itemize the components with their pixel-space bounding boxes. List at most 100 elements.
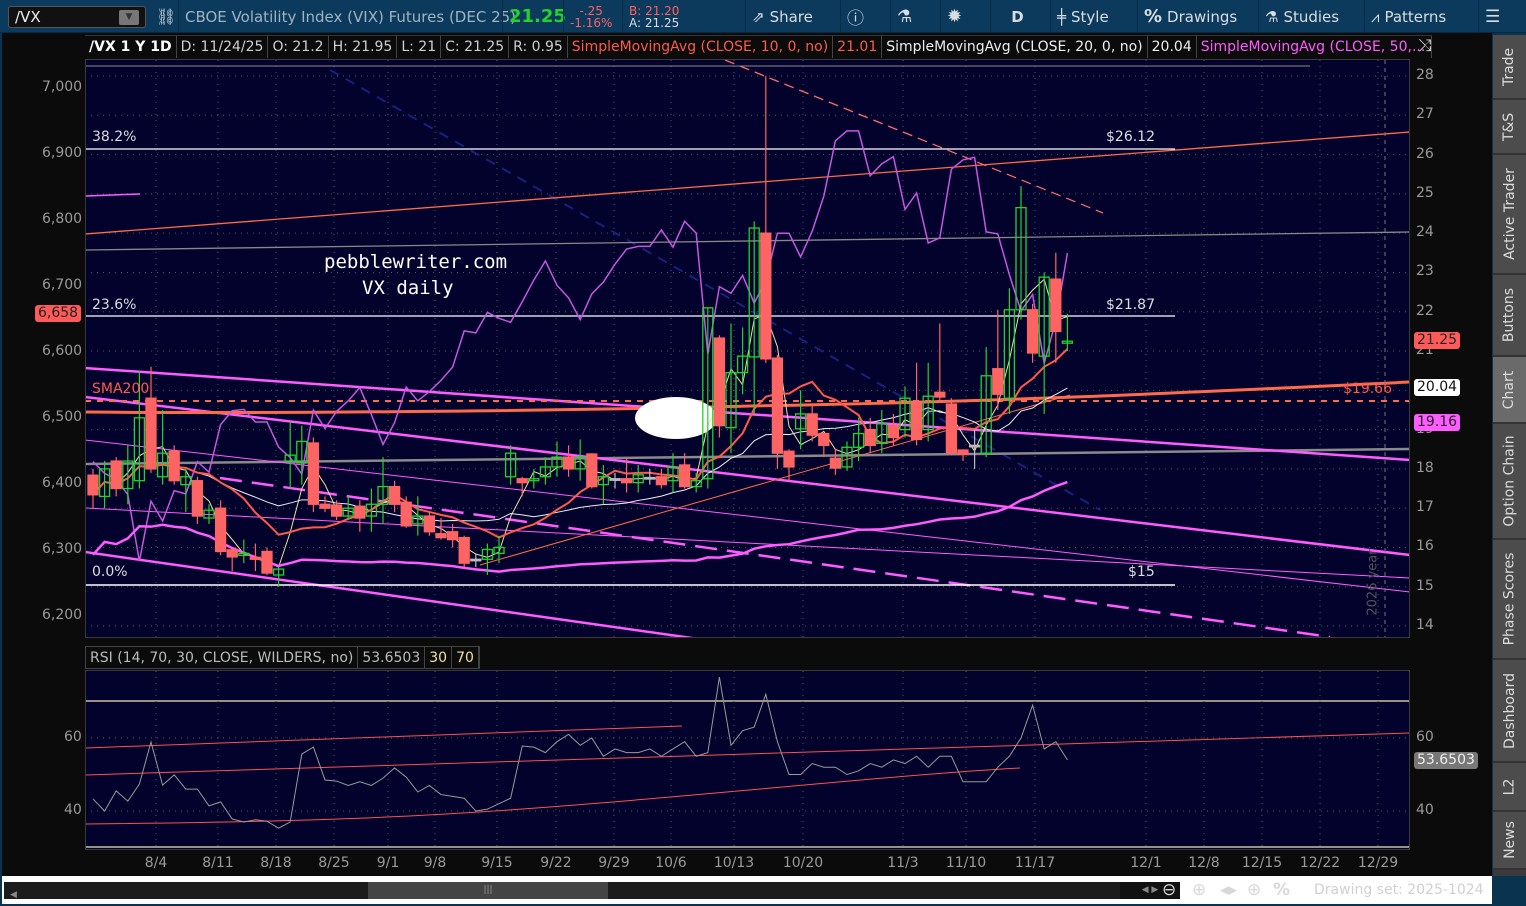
candle-body xyxy=(783,450,795,468)
side-tab-t-s[interactable]: T&S xyxy=(1493,100,1526,155)
candle-body xyxy=(470,558,482,562)
candle xyxy=(261,547,273,575)
right-axis-tick: 22 xyxy=(1416,302,1434,319)
crosshair-icon[interactable]: ⊕ xyxy=(1247,880,1261,900)
sma200-label: SMA200 xyxy=(92,381,150,397)
candle-body xyxy=(388,485,401,505)
right-axis-tick: 18 xyxy=(1416,459,1434,476)
candle-body xyxy=(620,478,633,484)
candle-body xyxy=(760,232,772,360)
fib-236-price: $21.87 xyxy=(1106,297,1155,313)
trendline xyxy=(86,131,1409,235)
pan-icon[interactable]: ◂▸ xyxy=(1220,880,1237,900)
candle-body xyxy=(226,549,238,558)
side-tab-chart[interactable]: Chart xyxy=(1493,357,1526,424)
right-axis-tick: 14 xyxy=(1416,617,1434,634)
date-label: 12/1 xyxy=(1130,855,1162,871)
side-tab-label: News xyxy=(1501,821,1518,859)
year-label: 2026 year xyxy=(1365,549,1381,616)
side-tab-dashboard[interactable]: Dashboard xyxy=(1493,660,1526,763)
candle-body xyxy=(307,442,320,505)
date-label: 10/20 xyxy=(782,855,824,871)
candle xyxy=(783,449,795,481)
chart-canvas[interactable] xyxy=(0,0,1526,906)
watermark-title: VX daily xyxy=(362,277,454,299)
candle-body xyxy=(458,537,470,564)
percent-icon[interactable]: % xyxy=(1273,880,1290,900)
left-axis-tick: 6,900 xyxy=(42,145,83,161)
side-tab-buttons[interactable]: Buttons xyxy=(1493,275,1526,357)
side-tab-active-trader[interactable]: Active Trader xyxy=(1493,155,1526,275)
candle xyxy=(910,362,923,446)
date-label: 12/8 xyxy=(1188,855,1220,871)
side-tab-label: T&S xyxy=(1501,112,1518,141)
candle-body xyxy=(678,464,691,488)
scroll-left-icon[interactable]: ◀ xyxy=(4,890,17,900)
candle xyxy=(504,445,517,485)
zoom-out-icon[interactable]: ⊖ xyxy=(1162,880,1176,900)
candle xyxy=(1003,288,1016,414)
candle-body xyxy=(1050,278,1062,333)
sma20-badge: 20.04 xyxy=(1414,379,1461,396)
candle xyxy=(818,432,830,458)
candle-body xyxy=(713,337,726,427)
candle xyxy=(400,496,412,528)
date-label: 8/25 xyxy=(318,855,350,871)
drawing-set-selector[interactable]: Drawing set: 2025-1024 xyxy=(1314,882,1484,898)
side-tab-phase-scores[interactable]: Phase Scores xyxy=(1493,540,1526,660)
candle xyxy=(760,76,772,363)
zoom-in-icon[interactable]: ⊕ xyxy=(1192,880,1206,900)
trendline xyxy=(86,507,1409,579)
candle xyxy=(180,468,192,513)
candle xyxy=(562,445,575,477)
right-axis-tick: 23 xyxy=(1416,263,1434,280)
candle-body xyxy=(655,476,668,486)
left-axis-tick: 6,400 xyxy=(42,475,83,491)
rsi-axis-60: 60 xyxy=(1416,729,1434,745)
candle-body xyxy=(1026,309,1039,354)
rsi-line xyxy=(92,676,1068,829)
right-axis-tick: 16 xyxy=(1416,538,1434,555)
rsi-trendline xyxy=(86,732,1409,776)
candle xyxy=(968,429,981,469)
candle xyxy=(980,347,992,458)
candle xyxy=(284,421,296,489)
candle xyxy=(713,335,726,438)
candle xyxy=(1026,303,1039,363)
left-axis-tick: 6,800 xyxy=(42,211,83,227)
side-tab-trade[interactable]: Trade xyxy=(1493,35,1526,100)
candle xyxy=(168,445,180,485)
fib-382-price: $26.12 xyxy=(1106,129,1155,145)
candle-body xyxy=(609,478,621,481)
candle xyxy=(342,496,354,520)
candle-body xyxy=(586,453,598,488)
candle xyxy=(528,468,540,489)
left-axis-tick: 6,200 xyxy=(42,607,83,623)
date-label: 12/22 xyxy=(1299,855,1341,871)
right-axis-tick: 26 xyxy=(1416,145,1434,162)
date-label: 8/11 xyxy=(202,855,234,871)
candle xyxy=(307,437,320,513)
sma50-badge: 19.16 xyxy=(1414,414,1461,431)
side-tab-option-chain[interactable]: Option Chain xyxy=(1493,424,1526,540)
date-label: 11/17 xyxy=(1014,855,1056,871)
candle xyxy=(249,543,262,572)
candle-body xyxy=(330,504,343,517)
candle xyxy=(423,512,436,536)
scrollbar-thumb[interactable]: ||| xyxy=(368,882,608,899)
candle-body xyxy=(435,533,447,539)
candle xyxy=(458,535,470,568)
date-label: 11/3 xyxy=(887,855,919,871)
candle-body xyxy=(261,550,273,574)
side-tab-news[interactable]: News xyxy=(1493,812,1526,870)
side-tab-label: Active Trader xyxy=(1501,168,1518,260)
candle xyxy=(644,468,656,485)
rsi-axis-40: 40 xyxy=(1416,802,1434,818)
fib-0-label: 0.0% xyxy=(92,564,128,580)
side-tab-l2[interactable]: L2 xyxy=(1493,763,1526,812)
candle-body xyxy=(818,432,830,446)
side-tab-label: Dashboard xyxy=(1501,672,1518,749)
candle xyxy=(597,464,610,505)
candle-body xyxy=(214,507,227,553)
candle xyxy=(272,567,285,587)
